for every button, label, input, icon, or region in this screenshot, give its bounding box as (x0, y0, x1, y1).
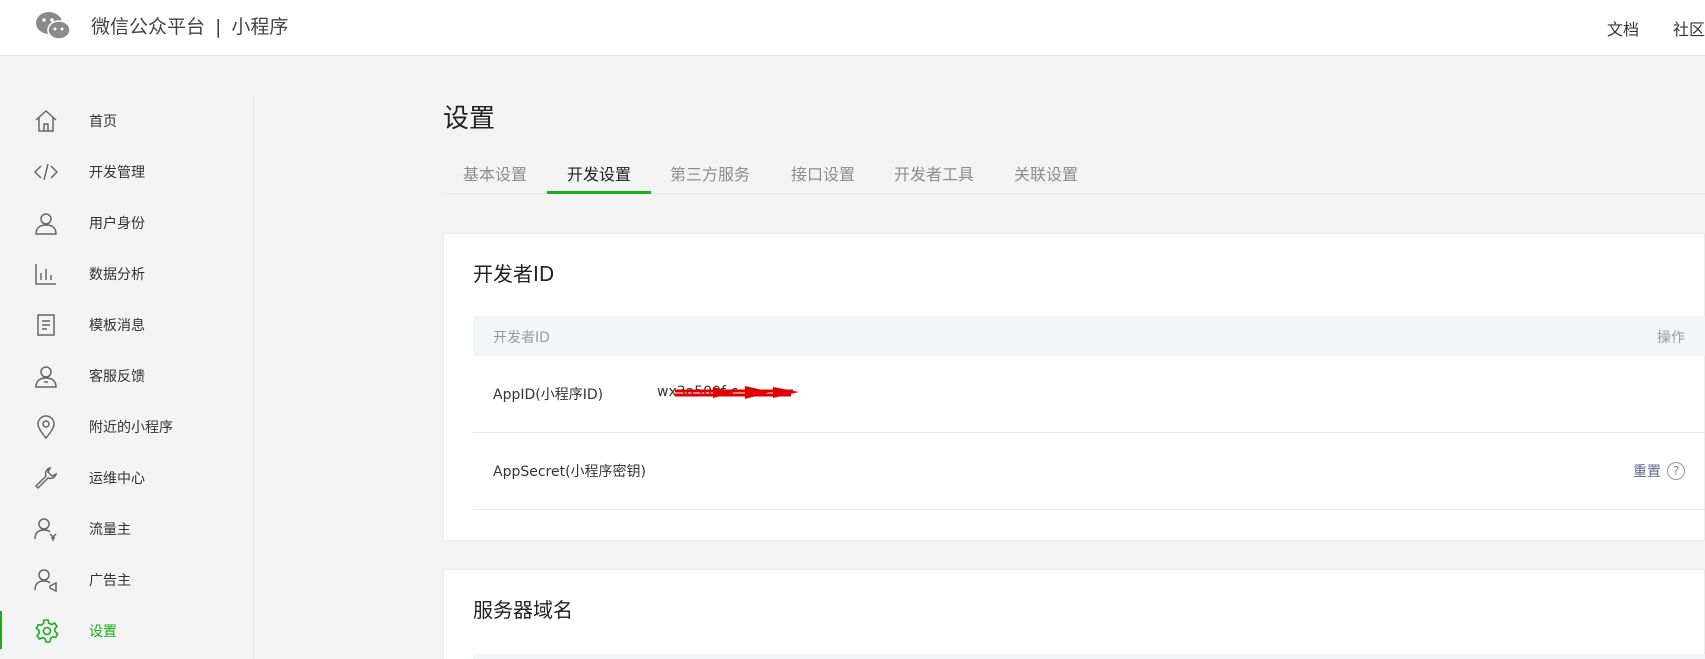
user-icon (33, 210, 59, 236)
customer-service-icon (33, 363, 59, 389)
sidebar-item-label: 用户身份 (89, 215, 145, 232)
tab-dev-settings[interactable]: 开发设置 (567, 161, 631, 185)
sidebar-item-user-identity[interactable]: 用户身份 (0, 197, 253, 248)
sidebar-item-customer-feedback[interactable]: 客服反馈 (0, 350, 253, 401)
sidebar-item-ops-center[interactable]: 运维中心 (0, 452, 253, 503)
tab-related-settings[interactable]: 关联设置 (1014, 161, 1078, 185)
wechat-logo-icon[interactable] (35, 10, 71, 42)
sidebar-item-label: 首页 (89, 113, 117, 130)
column-header-developer-id: 开发者ID (493, 330, 550, 346)
redaction-mark (675, 386, 799, 399)
brand-title[interactable]: 微信公众平台 | 小程序 (91, 12, 288, 39)
sidebar-item-label: 数据分析 (89, 266, 145, 283)
column-header-action: 操作 (1657, 330, 1685, 346)
sidebar-item-label: 运维中心 (89, 470, 145, 487)
platform-name: 微信公众平台 (91, 16, 206, 38)
tab-interface-settings[interactable]: 接口设置 (791, 161, 855, 185)
main-content: 设置 基本设置 开发设置 第三方服务 接口设置 开发者工具 关联设置 开发者ID… (443, 0, 1705, 659)
sidebar-item-label: 模板消息 (89, 317, 145, 334)
user-yen-icon (33, 516, 59, 542)
document-icon (33, 312, 59, 338)
sidebar-item-label: 流量主 (89, 521, 131, 538)
sidebar-item-advertiser[interactable]: 广告主 (0, 554, 253, 605)
table-header (473, 654, 1705, 659)
reset-action: 重置 ? (1633, 461, 1685, 481)
code-icon (33, 159, 59, 185)
card-title: 服务器域名 (473, 598, 573, 622)
developer-id-card: 开发者ID 开发者ID 操作 AppID(小程序ID) wx3a500f c A… (443, 233, 1705, 541)
product-name: 小程序 (231, 16, 289, 38)
sidebar-item-label: 附近的小程序 (89, 419, 173, 436)
table-row: AppID(小程序ID) wx3a500f c (473, 356, 1705, 433)
appid-label: AppID(小程序ID) (493, 387, 604, 403)
gear-icon (33, 618, 59, 644)
home-icon (33, 108, 59, 134)
sidebar-item-label: 客服反馈 (89, 368, 145, 385)
sidebar-item-template-message[interactable]: 模板消息 (0, 299, 253, 350)
tab-dev-tools[interactable]: 开发者工具 (894, 161, 974, 185)
sidebar-item-home[interactable]: 首页 (0, 95, 253, 146)
help-icon[interactable]: ? (1667, 462, 1685, 480)
active-tab-indicator (547, 191, 651, 194)
wrench-icon (33, 465, 59, 491)
sidebar-item-traffic-owner[interactable]: 流量主 (0, 503, 253, 554)
page-title: 设置 (443, 104, 496, 134)
table-header: 开发者ID 操作 (473, 316, 1705, 356)
sidebar-item-dev-management[interactable]: 开发管理 (0, 146, 253, 197)
tab-third-party[interactable]: 第三方服务 (670, 161, 750, 185)
user-megaphone-icon (33, 567, 59, 593)
table-row: AppSecret(小程序密钥) 重置 ? (473, 433, 1705, 510)
location-pin-icon (33, 414, 59, 440)
card-title: 开发者ID (473, 262, 555, 286)
sidebar-item-data-analysis[interactable]: 数据分析 (0, 248, 253, 299)
sidebar-item-label: 广告主 (89, 572, 131, 589)
brand-separator: | (215, 16, 222, 38)
sidebar: 首页 开发管理 用户身份 数据分析 模板消息 客服反馈 附近的小程序 运维中心 … (0, 95, 254, 659)
sidebar-item-settings[interactable]: 设置 (0, 605, 253, 656)
sidebar-item-label: 设置 (89, 623, 117, 640)
server-domain-card: 服务器域名 (443, 569, 1705, 659)
tab-bar: 基本设置 开发设置 第三方服务 接口设置 开发者工具 关联设置 (443, 153, 1705, 194)
sidebar-item-label: 开发管理 (89, 164, 145, 181)
bar-chart-icon (33, 261, 59, 287)
reset-button[interactable]: 重置 (1633, 461, 1661, 481)
sidebar-item-nearby-miniprogram[interactable]: 附近的小程序 (0, 401, 253, 452)
tab-basic-settings[interactable]: 基本设置 (463, 161, 527, 185)
appsecret-label: AppSecret(小程序密钥) (493, 464, 647, 480)
